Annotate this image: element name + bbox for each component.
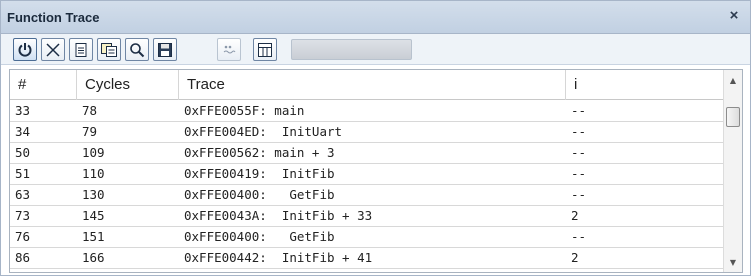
scroll-thumb[interactable] — [726, 107, 740, 127]
row-number: 63 — [15, 187, 31, 202]
row-i: -- — [571, 124, 587, 139]
row-cycles: 166 — [82, 250, 105, 265]
layout-button[interactable] — [253, 38, 277, 61]
clear-icon — [46, 42, 60, 57]
search-icon — [130, 42, 145, 57]
row-trace: 0xFFE00442: InitFib + 41 — [184, 250, 373, 265]
trace-status-field[interactable] — [291, 39, 412, 60]
function-trace-window: Function Trace × # Cycles Trace i 33 78 … — [0, 0, 751, 276]
table-row[interactable]: 73 145 0xFFE0043A: InitFib + 33 2 — [10, 206, 724, 227]
row-number: 34 — [15, 124, 31, 139]
row-i: -- — [571, 145, 587, 160]
row-cycles: 151 — [82, 229, 105, 244]
save-button[interactable] — [153, 38, 177, 61]
column-header-i[interactable]: i — [566, 70, 724, 100]
row-trace: 0xFFE0055F: main — [184, 103, 305, 118]
dots-icon — [223, 45, 236, 53]
table-row[interactable]: 86 166 0xFFE00442: InitFib + 41 2 — [10, 248, 724, 269]
table-row[interactable]: 76 151 0xFFE00400: GetFib -- — [10, 227, 724, 248]
table-header: # Cycles Trace i — [10, 70, 724, 100]
power-button[interactable] — [13, 38, 37, 61]
table-row[interactable]: 51 110 0xFFE00419: InitFib -- — [10, 164, 724, 185]
column-header-trace[interactable]: Trace — [179, 70, 566, 100]
table-row[interactable]: 34 79 0xFFE004ED: InitUart -- — [10, 122, 724, 143]
table-row[interactable]: 63 130 0xFFE00400: GetFib -- — [10, 185, 724, 206]
row-cycles: 145 — [82, 208, 105, 223]
scroll-down-icon[interactable]: ▼ — [724, 254, 742, 272]
floppy-disk-icon — [158, 42, 172, 57]
title-bar: Function Trace × — [1, 1, 750, 34]
table-row[interactable]: 33 78 0xFFE0055F: main -- — [10, 101, 724, 122]
row-i: 2 — [571, 208, 579, 223]
row-number: 50 — [15, 145, 31, 160]
row-number: 86 — [15, 250, 31, 265]
row-trace: 0xFFE00400: GetFib — [184, 229, 335, 244]
row-cycles: 109 — [82, 145, 105, 160]
power-icon — [18, 42, 32, 57]
close-icon[interactable]: × — [726, 8, 742, 24]
row-number: 33 — [15, 103, 31, 118]
row-i: -- — [571, 103, 587, 118]
row-trace: 0xFFE00400: GetFib — [184, 187, 335, 202]
row-cycles: 79 — [82, 124, 98, 139]
document-icon — [75, 42, 87, 57]
trace-table: # Cycles Trace i 33 78 0xFFE0055F: main -- 3… — [9, 69, 743, 273]
row-cycles: 110 — [82, 166, 105, 181]
settings-button[interactable] — [217, 38, 241, 61]
row-i: -- — [571, 166, 587, 181]
export-button[interactable] — [97, 38, 121, 61]
grid-icon — [258, 42, 272, 57]
toolbar — [1, 34, 750, 65]
row-trace: 0xFFE00419: InitFib — [184, 166, 335, 181]
row-number: 51 — [15, 166, 31, 181]
scroll-up-icon[interactable]: ▲ — [724, 72, 742, 90]
table-row[interactable]: 50 109 0xFFE00562: main + 3 -- — [10, 143, 724, 164]
row-number: 76 — [15, 229, 31, 244]
row-number: 73 — [15, 208, 31, 223]
row-i: -- — [571, 187, 587, 202]
export-icon — [101, 42, 117, 57]
row-cycles: 130 — [82, 187, 105, 202]
save-text-button[interactable] — [69, 38, 93, 61]
column-header-cycles[interactable]: Cycles — [77, 70, 179, 100]
row-i: 2 — [571, 250, 579, 265]
row-trace: 0xFFE004ED: InitUart — [184, 124, 343, 139]
column-header-number[interactable]: # — [10, 70, 77, 100]
row-trace: 0xFFE0043A: InitFib + 33 — [184, 208, 373, 223]
row-i: -- — [571, 229, 587, 244]
row-cycles: 78 — [82, 103, 98, 118]
vertical-scrollbar[interactable]: ▲ ▼ — [723, 70, 742, 272]
row-trace: 0xFFE00562: main + 3 — [184, 145, 335, 160]
clear-button[interactable] — [41, 38, 65, 61]
window-title: Function Trace — [7, 10, 100, 25]
find-button[interactable] — [125, 38, 149, 61]
